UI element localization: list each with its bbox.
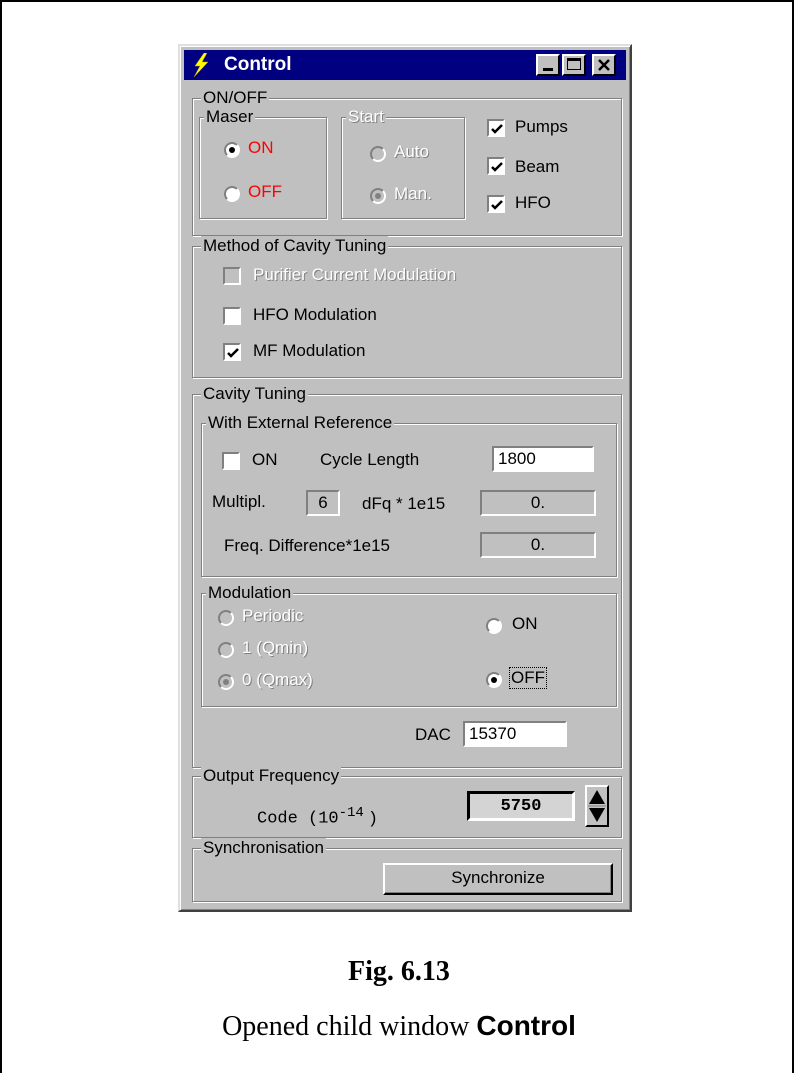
close-button[interactable]	[592, 54, 616, 76]
minimize-icon	[543, 68, 553, 71]
maximize-icon	[567, 58, 581, 70]
maser-off-label: OFF	[248, 182, 282, 201]
spinner-arrows-icon	[588, 790, 606, 822]
hfo-modulation-label: HFO Modulation	[253, 305, 377, 324]
maser-on-radio[interactable]	[224, 142, 240, 158]
method-group: Method of Cavity Tuning Purifier Current…	[192, 236, 622, 378]
hfo-checkbox[interactable]	[487, 195, 505, 213]
start-group-title: Start	[346, 107, 386, 127]
dac-label: DAC	[415, 725, 451, 744]
multipl-label: Multipl.	[212, 492, 266, 511]
figure-number: Fig. 6.13	[348, 956, 450, 987]
synchronisation-title: Synchronisation	[201, 838, 326, 858]
start-auto-label: Auto	[394, 142, 429, 161]
modulation-group-title: Modulation	[206, 583, 294, 603]
dfq-label: dFq * 1e15	[362, 494, 446, 513]
external-on-checkbox[interactable]	[222, 452, 240, 470]
maser-on-label: ON	[248, 138, 274, 157]
output-code-spinner[interactable]	[585, 785, 609, 827]
modulation-group: Modulation Periodic 1 (Qmin) 0 (Qmax) ON…	[201, 583, 617, 707]
purifier-checkbox[interactable]	[223, 267, 241, 285]
maser-group-title: Maser	[204, 107, 256, 127]
output-frequency-group: Output Frequency Code (10-14) 5750	[192, 766, 622, 838]
qmin-radio[interactable]	[218, 642, 234, 658]
figure-caption: Opened child window Control	[0, 1010, 798, 1043]
freq-difference-label: Freq. Difference*1e15	[224, 536, 391, 555]
mf-modulation-label: MF Modulation	[253, 341, 366, 360]
pumps-label: Pumps	[515, 117, 568, 136]
freq-difference-value: 0.	[480, 532, 596, 558]
qmin-label: 1 (Qmin)	[242, 638, 309, 657]
title-bar[interactable]: Control	[184, 50, 626, 80]
modulation-off-label: OFF	[509, 667, 547, 689]
modulation-off-radio[interactable]	[486, 672, 502, 688]
external-reference-title: With External Reference	[206, 413, 395, 433]
lightning-icon	[193, 53, 209, 77]
code-label: Code (10-14)	[257, 803, 378, 830]
close-icon	[598, 59, 610, 71]
modulation-on-label: ON	[512, 614, 538, 633]
start-man-radio[interactable]	[370, 188, 386, 204]
start-group: Start Auto Man.	[341, 107, 465, 219]
figure-caption-text: Opened child window	[222, 1011, 470, 1042]
code-exponent: -14	[338, 805, 364, 821]
dac-input[interactable]: 15370	[463, 721, 567, 747]
maser-group: Maser ON OFF	[199, 107, 327, 219]
synchronisation-group: Synchronisation Synchronize	[192, 838, 622, 902]
multipl-value: 6	[306, 490, 340, 516]
synchronize-button[interactable]: Synchronize	[383, 863, 613, 895]
purifier-label: Purifier Current Modulation	[253, 265, 457, 284]
external-reference-group: With External Reference ON Cycle Length …	[201, 413, 617, 577]
cycle-length-input[interactable]: 1800	[492, 446, 594, 472]
cavity-group: Cavity Tuning With External Reference ON…	[192, 384, 622, 768]
window-title: Control	[224, 54, 292, 75]
periodic-label: Periodic	[242, 606, 304, 625]
output-code-value: 5750	[467, 791, 575, 821]
method-group-title: Method of Cavity Tuning	[201, 236, 389, 256]
external-on-label: ON	[252, 450, 278, 469]
qmax-radio[interactable]	[218, 674, 234, 690]
start-man-label: Man.	[394, 184, 432, 203]
qmax-label: 0 (Qmax)	[242, 670, 313, 689]
dfq-value: 0.	[480, 490, 596, 516]
cavity-group-title: Cavity Tuning	[201, 384, 308, 404]
maximize-button[interactable]	[562, 54, 586, 76]
periodic-radio[interactable]	[218, 610, 234, 626]
onoff-group-title: ON/OFF	[201, 88, 270, 108]
beam-label: Beam	[515, 157, 560, 176]
output-frequency-title: Output Frequency	[201, 766, 342, 786]
code-label-text: Code (10	[257, 809, 339, 829]
code-label-close: )	[367, 809, 379, 829]
pumps-checkbox[interactable]	[487, 119, 505, 137]
mf-modulation-checkbox[interactable]	[223, 343, 241, 361]
start-auto-radio[interactable]	[370, 146, 386, 162]
maser-off-radio[interactable]	[224, 186, 240, 202]
onoff-group: ON/OFF Maser ON OFF Start Auto Man. Pump…	[192, 88, 622, 236]
hfo-label: HFO	[515, 193, 551, 212]
figure-caption-bold: Control	[476, 1010, 576, 1041]
beam-checkbox[interactable]	[487, 157, 505, 175]
cycle-length-label: Cycle Length	[320, 450, 420, 469]
modulation-on-radio[interactable]	[486, 618, 502, 634]
hfo-modulation-checkbox[interactable]	[223, 307, 241, 325]
control-window: Control ON/OFF Maser ON OFF Start Auto M…	[178, 44, 632, 912]
minimize-button[interactable]	[536, 54, 560, 76]
